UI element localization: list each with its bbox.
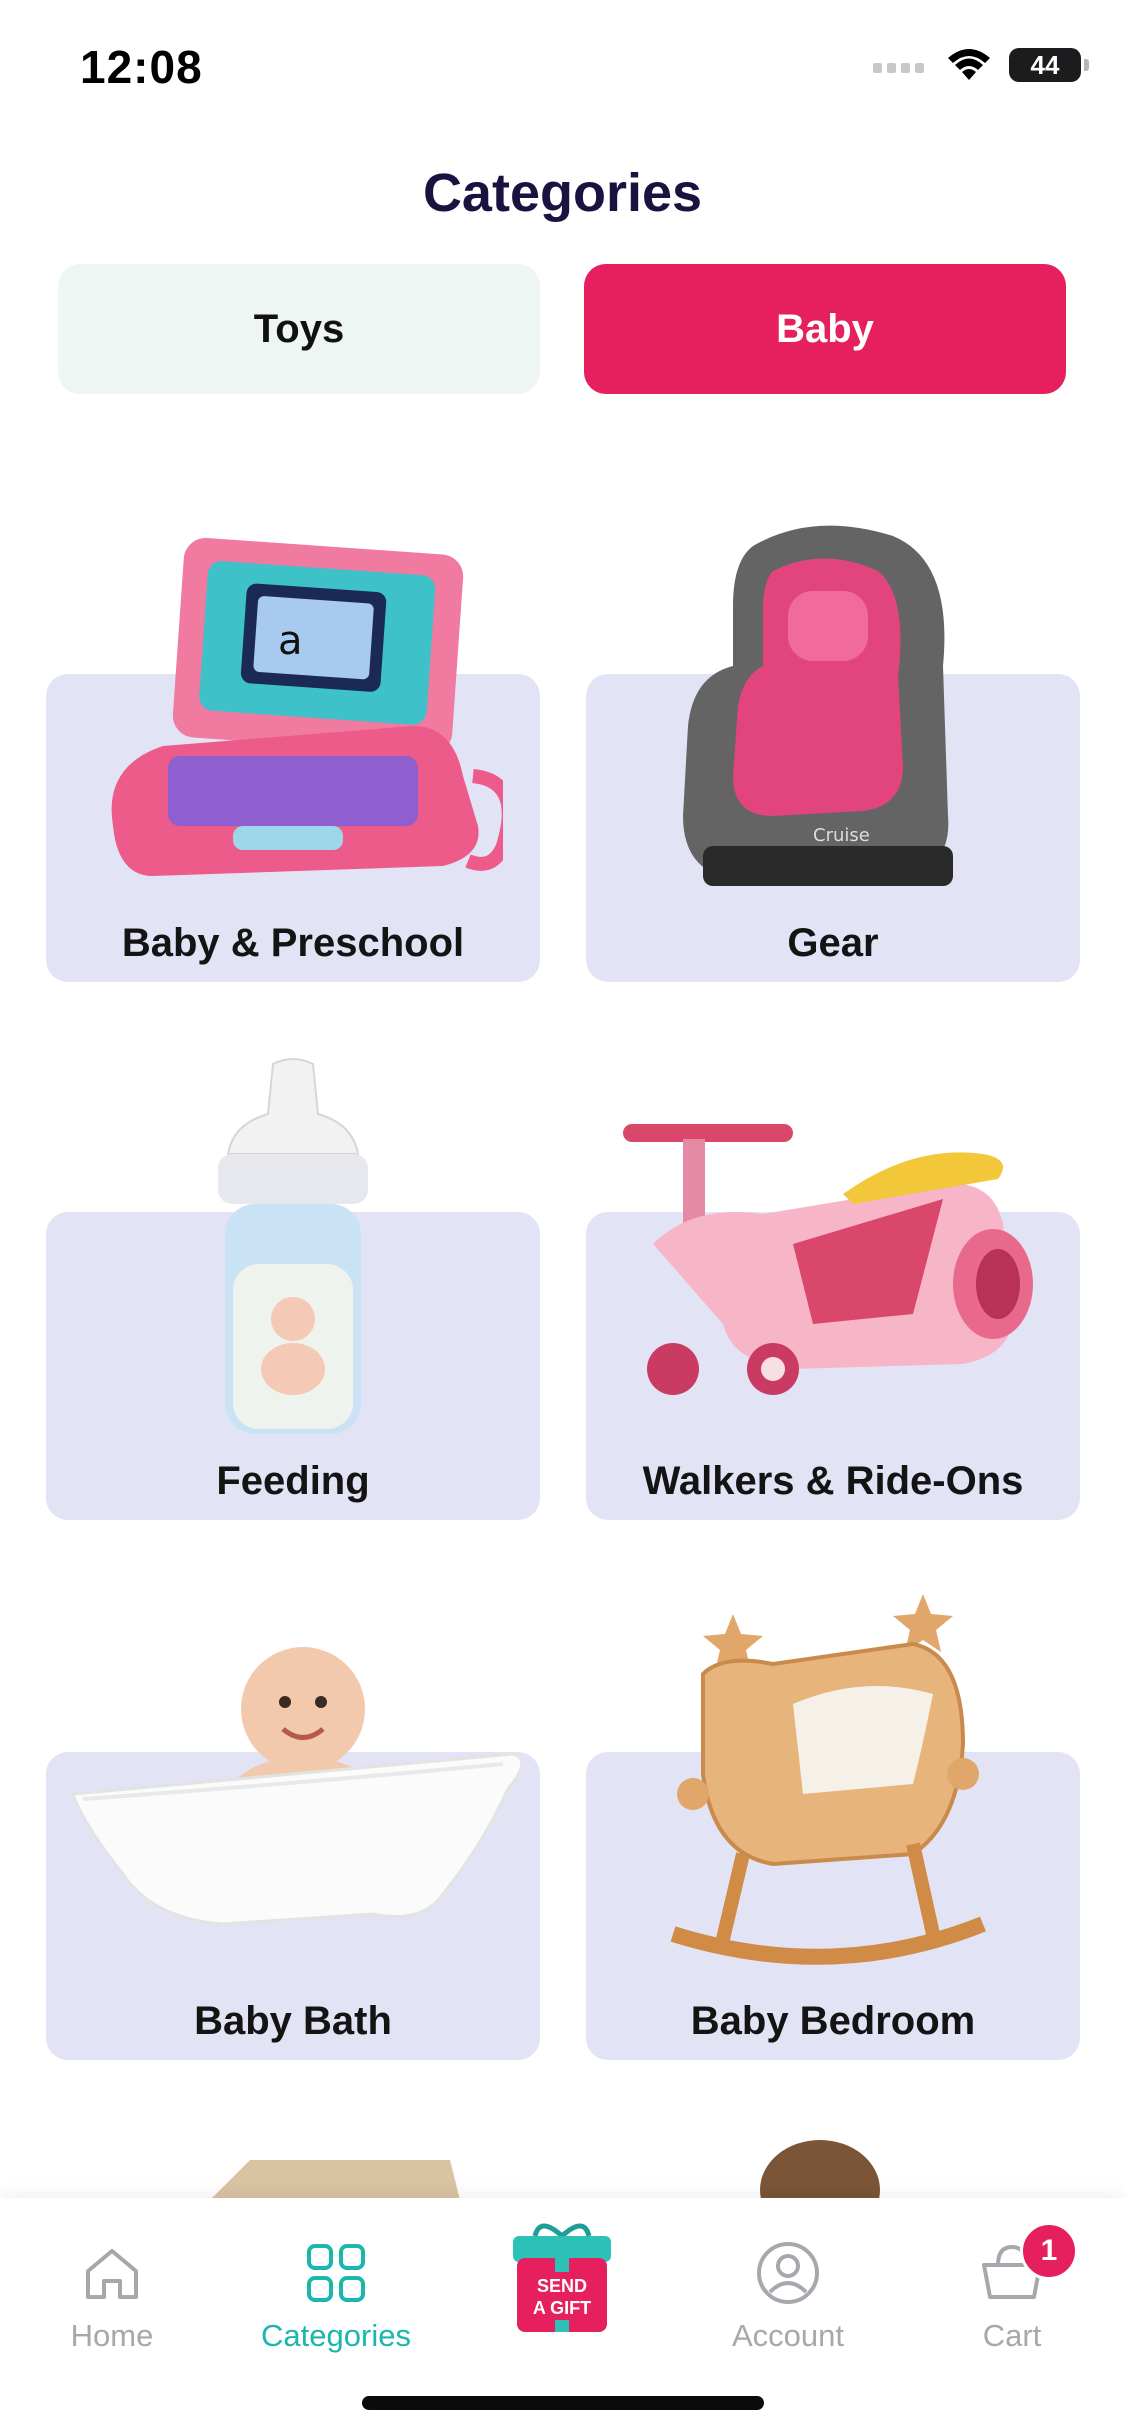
tab-baby[interactable]: Baby [584,264,1066,394]
ride-on-toy-image [586,1058,1080,1450]
category-label: Baby & Preschool [121,921,465,965]
category-label: Baby Bedroom [690,1999,976,2043]
baby-bathtub-image [46,1598,540,1990]
home-indicator[interactable] [362,2396,764,2410]
category-label: Gear [787,921,879,965]
cellular-signal-icon [873,63,924,73]
cart-count-badge: 1 [1020,2222,1078,2280]
category-card-baby-preschool[interactable]: a Baby & Preschool [46,520,540,982]
status-icons: 44 [873,48,1089,82]
category-card-gear[interactable]: Cruise Gear [586,520,1080,982]
category-label: Feeding [216,1459,370,1503]
grid-icon [307,2244,365,2302]
send-a-gift-button[interactable]: SEND A GIFT [505,2222,619,2340]
svg-text:Cruise: Cruise [813,825,870,846]
nav-cart[interactable]: Cart [912,2228,1112,2354]
nav-home[interactable]: Home [12,2228,212,2354]
tab-toys[interactable]: Toys [58,264,540,394]
nav-home-label: Home [70,2318,154,2353]
baby-cradle-image [586,1594,1080,1990]
category-label: Baby Bath [194,1999,392,2043]
gift-line-1: SEND [537,2276,587,2296]
gift-icon: SEND A GIFT [513,2223,611,2332]
category-card-baby-bedroom[interactable]: Baby Bedroom [586,1594,1080,2060]
category-card-baby-bath[interactable]: Baby Bath [46,1598,540,2060]
nav-account[interactable]: Account [688,2228,888,2354]
category-card-walkers-ride-ons[interactable]: Walkers & Ride-Ons [586,1058,1080,1520]
nav-categories-label: Categories [261,2318,411,2353]
svg-text:a: a [278,618,303,664]
nav-cart-label: Cart [982,2318,1042,2353]
next-category-image-peek [760,2140,880,2200]
nav-account-label: Account [731,2318,844,2353]
toy-laptop-image: a [46,520,540,912]
battery-level: 44 [1030,49,1060,80]
car-seat-image: Cruise [586,520,1080,912]
next-category-image-peek [210,2160,460,2200]
category-card-feeding[interactable]: Feeding [46,1058,540,1520]
status-bar: 12:08 44 [0,0,1125,140]
home-icon [86,2249,138,2299]
wifi-icon [948,49,990,80]
battery-icon: 44 [1009,48,1089,82]
account-icon [757,2242,819,2304]
nav-categories[interactable]: Categories [236,2228,436,2354]
status-time: 12:08 [80,41,203,93]
gift-line-2: A GIFT [533,2298,591,2318]
category-label: Walkers & Ride-Ons [642,1459,1024,1503]
page-title: Categories [422,163,703,223]
baby-bottle-image [46,1058,540,1450]
